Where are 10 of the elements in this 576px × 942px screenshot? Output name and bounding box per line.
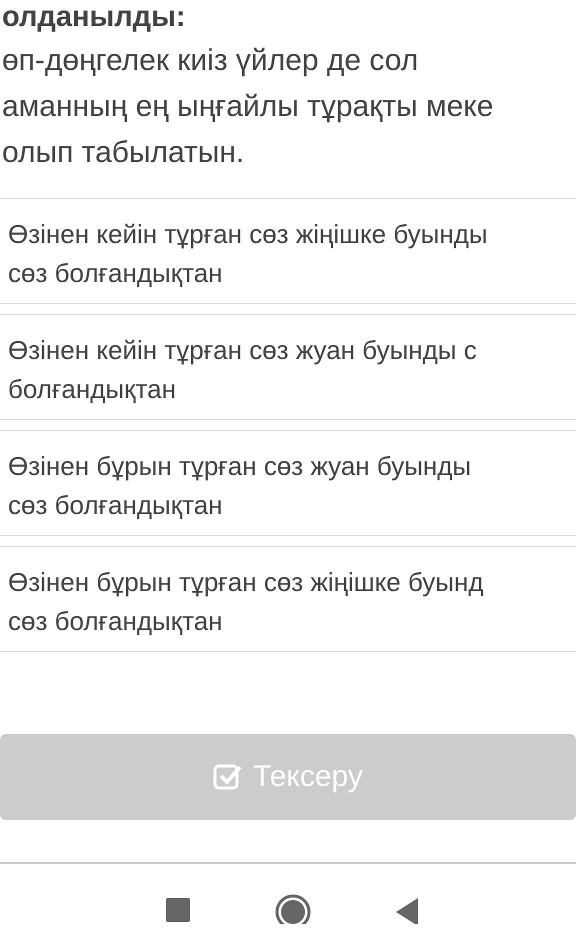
answer-option[interactable]: Өзінен кейін тұрған сөз жіңішке буынды сөз болғандықтан: [0, 198, 576, 304]
question-heading: олданылды:: [2, 0, 186, 34]
question-text-line: олып табылатын.: [2, 135, 246, 171]
answer-option[interactable]: Өзінен бұрын тұрған сөз жіңішке буынд сөз болғандықтан: [0, 546, 576, 652]
home-icon[interactable]: [274, 894, 311, 924]
checkbox-icon: [213, 762, 244, 792]
question-text-line: өп-дөңгелек киіз үйлер де сол: [2, 43, 420, 79]
answer-option[interactable]: Өзінен бұрын тұрған сөз жуан буынды сөз болғандықтан: [0, 430, 576, 536]
answer-option[interactable]: Өзінен кейін тұрған сөз жуан буынды с болғандықтан: [0, 314, 576, 420]
question-text-line: аманның ең ыңғайлы тұрақты меке: [2, 89, 494, 125]
